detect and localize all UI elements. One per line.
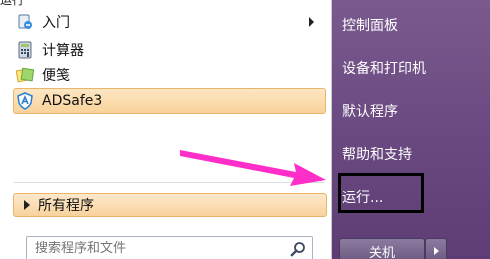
annotation-highlight-box [338, 173, 424, 213]
search-input[interactable] [35, 241, 285, 256]
menu-item-control-panel[interactable]: 控制面板 [342, 11, 398, 39]
search-icon[interactable] [290, 241, 306, 257]
program-item-adsafe3[interactable]: ADSafe3 [13, 88, 326, 114]
chevron-right-icon[interactable] [309, 17, 314, 27]
menu-item-label: 帮助和支持 [342, 147, 412, 163]
all-programs-label: 所有程序 [38, 198, 94, 214]
menu-item-label: 设备和打印机 [342, 61, 426, 77]
clipped-item-label: 运行 [0, 0, 24, 6]
program-item-calculator[interactable]: 计算器 [14, 38, 326, 62]
getting-started-icon [16, 13, 34, 31]
shutdown-label: 关机 [368, 245, 395, 259]
program-item-getting-started[interactable]: 入门 [14, 10, 326, 34]
program-item-sticky-notes[interactable]: 便笺 [14, 63, 326, 87]
program-item-label: 便笺 [42, 68, 70, 84]
program-item-label: 入门 [42, 15, 70, 31]
menu-item-default-programs[interactable]: 默认程序 [342, 97, 398, 125]
sticky-notes-icon [16, 66, 34, 84]
chevron-right-icon [434, 247, 439, 255]
start-menu-places-pane: 控制面板 设备和打印机 默认程序 帮助和支持 运行... [332, 0, 490, 259]
menu-item-label: 默认程序 [342, 104, 398, 120]
adsafe-icon [16, 92, 34, 110]
shutdown-options-button[interactable] [425, 238, 447, 259]
shutdown-button[interactable]: 关机 [339, 238, 425, 259]
menu-divider [14, 182, 324, 183]
menu-item-devices-and-printers[interactable]: 设备和打印机 [342, 54, 426, 82]
program-item-label: 计算器 [42, 43, 84, 59]
program-item-label: ADSafe3 [42, 93, 103, 109]
triangle-right-icon [24, 200, 30, 210]
menu-item-help-and-support[interactable]: 帮助和支持 [342, 140, 412, 168]
search-box[interactable] [26, 236, 313, 259]
menu-item-label: 控制面板 [342, 18, 398, 34]
clipped-item: 运行 [0, 0, 120, 6]
start-menu-programs-pane: 运行 入门 计算器 [0, 0, 332, 259]
calculator-icon [16, 41, 34, 59]
all-programs-button[interactable]: 所有程序 [13, 193, 327, 217]
